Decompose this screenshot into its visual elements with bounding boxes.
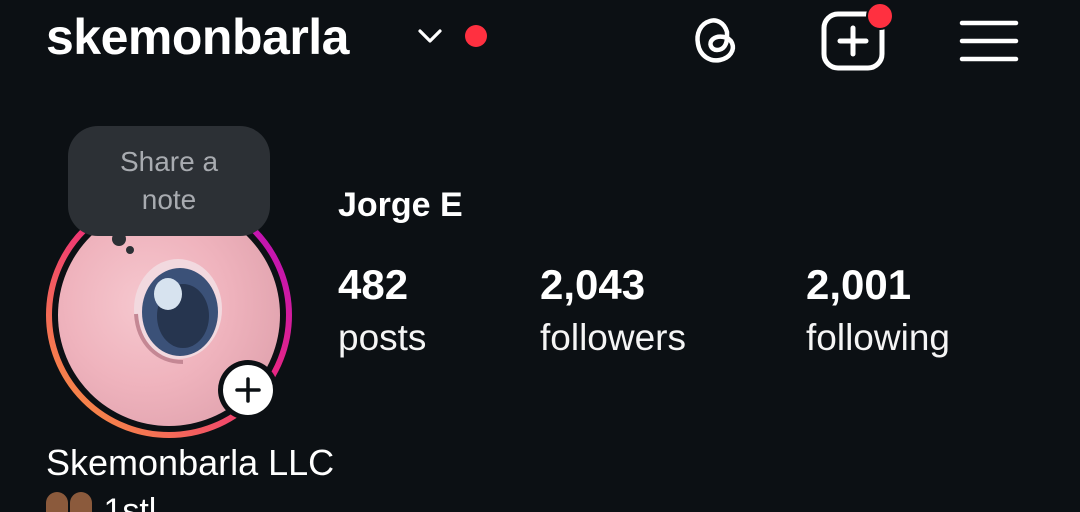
note-bubble-tail-small [126,246,134,254]
display-name: Jorge E [338,186,463,224]
hamburger-menu-icon[interactable] [958,18,1020,64]
following-label: following [806,317,950,358]
posts-count: 482 [338,261,409,308]
add-story-circle [223,365,273,415]
create-notification-dot [866,2,894,30]
following-count: 2,001 [806,261,912,308]
followers-label: followers [540,317,686,358]
username-title[interactable]: skemonbarla [46,6,349,68]
bio-line: 1stl [46,492,156,512]
profile-page: skemonbarla Share a note Jorge E 482 pos… [0,0,1080,512]
followers-count: 2,043 [540,261,646,308]
following-stat[interactable]: 2,001 following [806,262,950,368]
people-emoji-icon [46,492,68,512]
followers-stat[interactable]: 2,043 followers [540,262,686,368]
people-emoji-icon-2 [70,492,92,512]
chevron-down-icon[interactable] [416,26,444,46]
share-note-bubble[interactable]: Share a note [68,126,270,236]
add-story-button[interactable] [218,360,278,420]
avatar-eye-image [134,259,222,364]
plus-icon [235,377,261,403]
business-name: Skemonbarla LLC [46,442,335,483]
posts-stat[interactable]: 482 posts [338,262,426,368]
threads-icon[interactable] [686,10,746,70]
bio-text: 1stl [103,492,157,512]
note-bubble-tail [112,232,126,246]
share-note-text: Share a note [119,146,219,215]
notification-dot [465,25,487,47]
posts-label: posts [338,317,427,358]
